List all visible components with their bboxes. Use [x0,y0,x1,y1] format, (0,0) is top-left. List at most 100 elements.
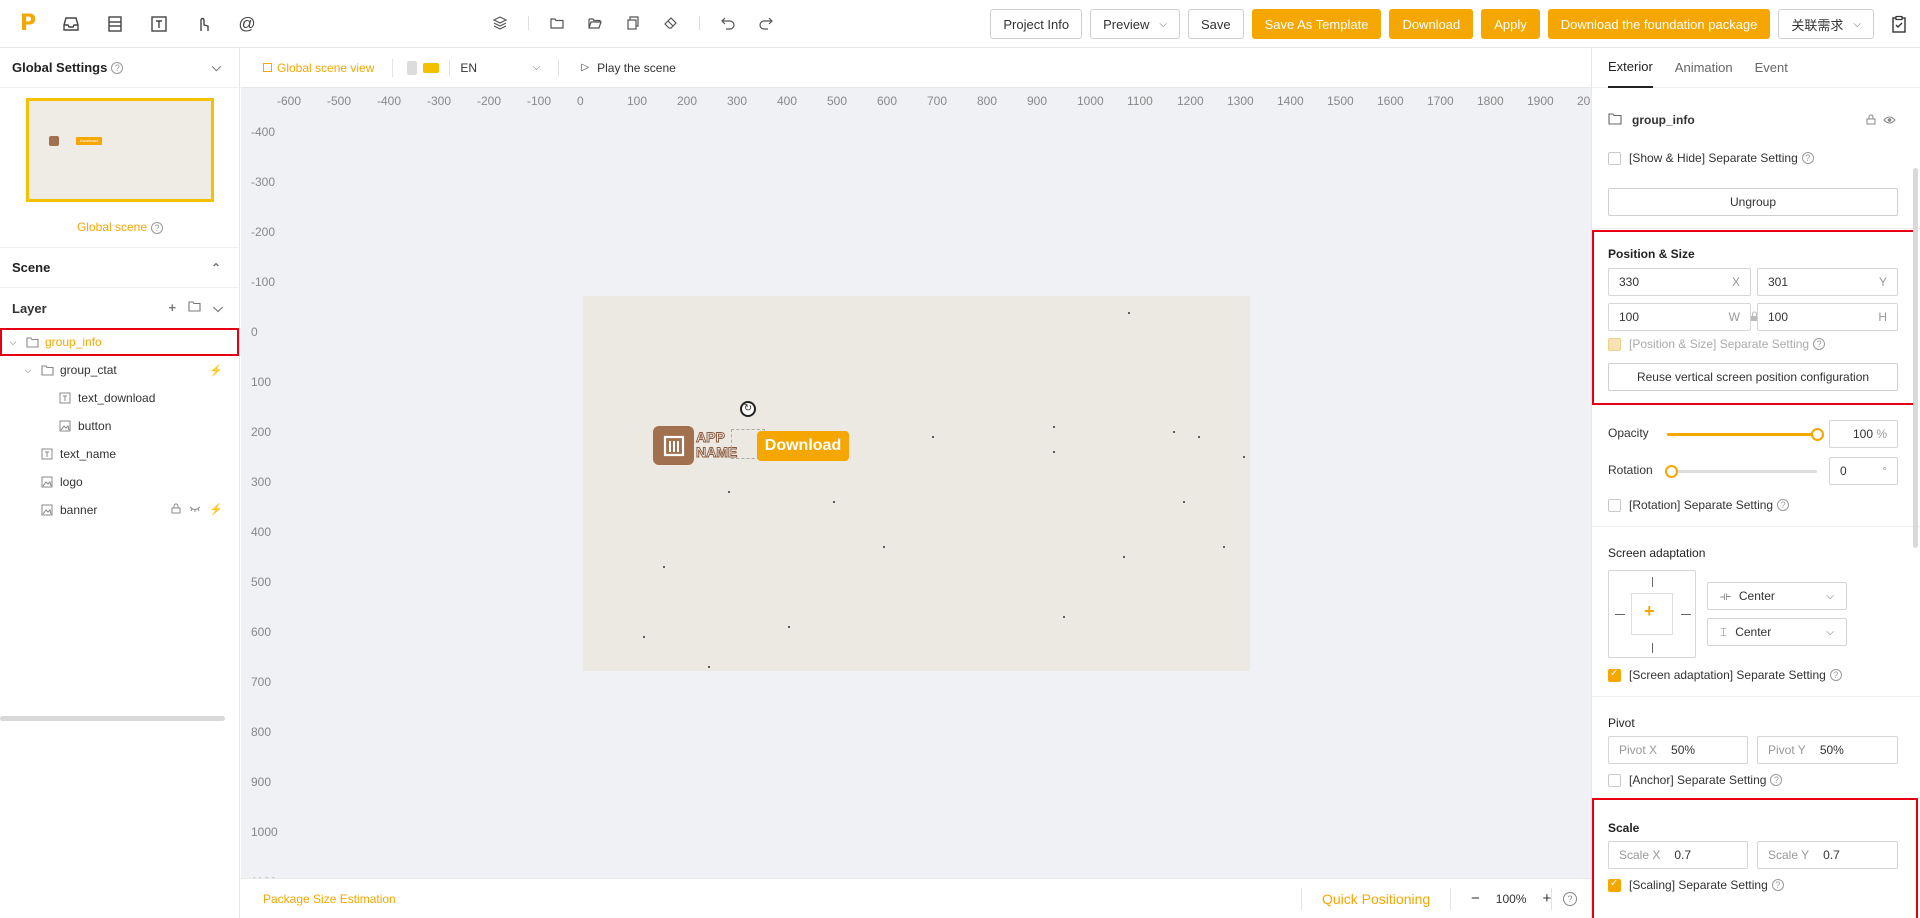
lock-icon[interactable] [171,503,181,517]
save-as-template-button[interactable]: Save As Template [1251,9,1382,39]
tree-item-button[interactable]: button [0,412,239,440]
related-requirements-dropdown[interactable]: 关联需求 ⌵ [1778,9,1874,39]
text-tool-icon[interactable] [148,13,170,35]
tab-event[interactable]: Event [1755,48,1788,88]
rotation-input[interactable]: 0 ° [1829,457,1898,485]
w-input[interactable]: 100 W [1608,303,1751,331]
tree-item-group-ctat[interactable]: ⌵ group_ctat ⚡ [0,356,239,384]
horizontal-scrollbar[interactable] [0,716,225,721]
reuse-vertical-button[interactable]: Reuse vertical screen position configura… [1608,363,1898,391]
scene-header[interactable]: Scene ⌃ [0,248,239,288]
zoom-out-icon[interactable]: − [1471,890,1480,907]
layout-icon[interactable] [104,13,126,35]
anchor-separate-setting[interactable]: [Anchor] Separate Setting ? [1608,773,1898,787]
pivot-y-input[interactable]: Pivot Y 50% [1757,736,1898,764]
lightning-icon[interactable]: ⚡ [209,503,223,517]
apply-button[interactable]: Apply [1481,9,1540,39]
touch-icon[interactable] [192,13,214,35]
help-icon[interactable]: ? [1563,891,1577,906]
screen-adaptation-widget[interactable]: + [1608,570,1696,658]
inbox-icon[interactable] [60,13,82,35]
save-button[interactable]: Save [1187,9,1244,39]
tab-animation[interactable]: Animation [1675,48,1733,88]
download-button-element[interactable]: Download [757,431,849,461]
tree-item-banner[interactable]: banner ⚡ [0,496,239,524]
anchor-left[interactable] [1615,614,1625,615]
anchor-top[interactable] [1652,577,1653,587]
x-input[interactable]: 330 X [1608,268,1751,296]
help-icon[interactable]: ? [1801,152,1814,164]
at-icon[interactable]: @ [236,13,258,35]
tree-item-text-download[interactable]: text_download [0,384,239,412]
chevron-up-icon[interactable]: ⌃ [211,261,221,275]
opacity-slider[interactable] [1667,428,1824,441]
tree-item-text-name[interactable]: text_name [0,440,239,468]
tree-item-group-info[interactable]: ⌵ group_info [0,328,239,356]
tab-exterior[interactable]: Exterior [1608,48,1653,88]
new-folder-icon[interactable] [188,300,201,316]
clipboard-check-icon[interactable] [1888,13,1910,35]
vertical-align-select[interactable]: ⌶ Center ⌵ [1707,618,1847,646]
show-hide-checkbox[interactable] [1608,151,1621,165]
play-scene-button[interactable]: ▷ Play the scene [581,61,675,75]
preview-dropdown[interactable]: Preview ⌵ [1090,9,1180,39]
chevron-down-icon[interactable]: ⌵ [213,300,223,316]
global-scene-thumbnail[interactable]: Download [26,98,214,202]
screen-adaptation-checkbox[interactable] [1608,668,1621,682]
eye-icon[interactable] [1883,113,1896,128]
center-plus-icon[interactable]: + [1644,601,1655,622]
global-scene-view-toggle[interactable]: Global scene view [263,61,374,75]
opacity-slider-knob[interactable] [1811,428,1824,441]
rotate-handle-icon[interactable]: ↻ [740,401,756,417]
help-icon[interactable]: ? [111,61,124,74]
layers-icon[interactable] [490,13,510,33]
help-icon[interactable]: ? [1771,879,1784,891]
eye-hidden-icon[interactable] [189,503,201,517]
bg-color-swatch-yellow[interactable] [423,62,440,73]
zoom-in-icon[interactable]: + [1542,890,1551,907]
eraser-icon[interactable] [661,13,681,33]
app-logo-image[interactable] [653,426,694,465]
help-icon[interactable]: ? [1770,774,1783,786]
screen-adaptation-separate-setting[interactable]: [Screen adaptation] Separate Setting ? [1608,668,1898,682]
tree-item-logo[interactable]: logo [0,468,239,496]
pivot-x-input[interactable]: Pivot X 50% [1608,736,1748,764]
rotation-slider-knob[interactable] [1665,465,1678,478]
scaling-separate-setting[interactable]: [Scaling] Separate Setting ? [1608,878,1898,892]
folder-icon[interactable] [547,13,567,33]
show-hide-separate-setting[interactable]: [Show & Hide] Separate Setting ? [1608,151,1898,165]
chevron-down-icon[interactable]: ⌵ [212,60,221,75]
vertical-scrollbar[interactable] [1913,168,1918,548]
scale-y-input[interactable]: Scale Y 0.7 [1757,841,1898,869]
expand-arrow-icon[interactable]: ⌵ [22,365,34,376]
scaling-checkbox[interactable] [1608,878,1621,892]
help-icon[interactable]: ? [151,222,164,234]
global-scene-label[interactable]: Global scene? [0,220,240,234]
rotation-slider[interactable] [1665,465,1817,478]
h-input[interactable]: 100 H [1757,303,1898,331]
undo-icon[interactable] [718,13,738,33]
copy-icon[interactable] [623,13,643,33]
scale-x-input[interactable]: Scale X 0.7 [1608,841,1748,869]
help-icon[interactable]: ? [1777,499,1790,511]
rotation-separate-setting[interactable]: [Rotation] Separate Setting ? [1608,498,1898,512]
download-foundation-button[interactable]: Download the foundation package [1547,9,1771,39]
lightning-icon[interactable]: ⚡ [209,364,223,377]
language-select[interactable]: EN ⌵ [460,61,540,75]
project-info-button[interactable]: Project Info [990,9,1083,39]
horizontal-align-select[interactable]: ⟛ Center ⌵ [1707,582,1847,610]
scene-stage[interactable]: APP NAME ↻ Download [583,296,1250,671]
opacity-input[interactable]: 100% [1829,420,1898,448]
quick-positioning-button[interactable]: Quick Positioning [1322,891,1430,907]
y-input[interactable]: 301 Y [1757,268,1898,296]
anchor-checkbox[interactable] [1608,773,1621,787]
help-icon[interactable]: ? [1813,338,1826,350]
global-settings-header[interactable]: Global Settings ? ⌵ [0,48,239,88]
anchor-right[interactable] [1681,614,1691,615]
bg-color-swatch-gray[interactable] [407,60,418,75]
add-icon[interactable]: + [169,300,177,316]
rotation-checkbox[interactable] [1608,498,1621,512]
expand-arrow-icon[interactable]: ⌵ [7,337,19,348]
anchor-bottom[interactable] [1652,643,1653,653]
download-button[interactable]: Download [1389,9,1474,39]
